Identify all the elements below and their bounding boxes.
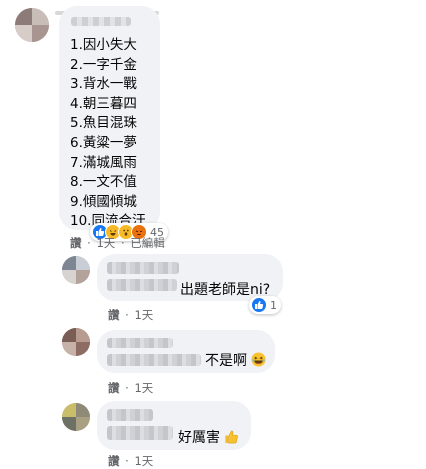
comment-actions: 讚 · 1天 — [108, 308, 154, 322]
mention-tag[interactable] — [107, 426, 173, 440]
timestamp[interactable]: 1天 — [96, 236, 115, 250]
list-item: 1.因小失大 — [70, 37, 137, 53]
comment-actions: 讚 · 1天 · 已編輯 — [70, 236, 165, 250]
list-item: 9.傾國傾城 — [70, 193, 137, 210]
commenter-name[interactable] — [107, 262, 179, 274]
avatar[interactable] — [62, 403, 90, 431]
reply-text: 不是啊 — [205, 350, 266, 371]
commenter-name[interactable] — [107, 338, 173, 348]
like-button[interactable]: 讚 — [108, 454, 120, 468]
laughing-emoji — [251, 352, 266, 371]
mention-tag[interactable] — [107, 354, 201, 366]
like-button[interactable]: 讚 — [108, 381, 120, 395]
list-item: 7.滿城風雨 — [70, 154, 137, 171]
timestamp[interactable]: 1天 — [134, 381, 153, 395]
reaction-count: 1 — [270, 298, 277, 312]
avatar[interactable] — [62, 256, 90, 284]
list-item: 3.背水一戰 — [70, 76, 137, 93]
timestamp[interactable]: 1天 — [134, 454, 153, 468]
mention-tag[interactable] — [107, 279, 177, 291]
timestamp[interactable]: 1天 — [134, 308, 153, 322]
commenter-name[interactable] — [71, 17, 131, 26]
list-item: 4.朝三暮四 — [70, 95, 137, 112]
thumbs-up-emoji — [224, 429, 239, 448]
list-item: 8.一文不值 — [70, 174, 137, 191]
reaction-summary[interactable]: 1 — [249, 296, 281, 314]
comment-actions: 讚 · 1天 — [108, 454, 154, 468]
edited-label: 已編輯 — [130, 236, 165, 250]
list-item: 6.黃粱一夢 — [70, 134, 137, 151]
like-icon — [251, 297, 267, 313]
comment-actions: 讚 · 1天 — [108, 381, 154, 395]
avatar[interactable] — [15, 8, 49, 42]
like-button[interactable]: 讚 — [108, 308, 120, 322]
avatar[interactable] — [62, 328, 90, 356]
reply-text: 好厲害 — [178, 427, 239, 448]
like-button[interactable]: 讚 — [70, 236, 82, 250]
commenter-name[interactable] — [107, 409, 153, 421]
comment-list: 1.因小失大 2.一字千金 3.背水一戰 4.朝三暮四 5.魚目混珠 6.黃粱一… — [70, 36, 145, 232]
list-item: 5.魚目混珠 — [70, 115, 137, 132]
list-item: 2.一字千金 — [70, 56, 137, 73]
